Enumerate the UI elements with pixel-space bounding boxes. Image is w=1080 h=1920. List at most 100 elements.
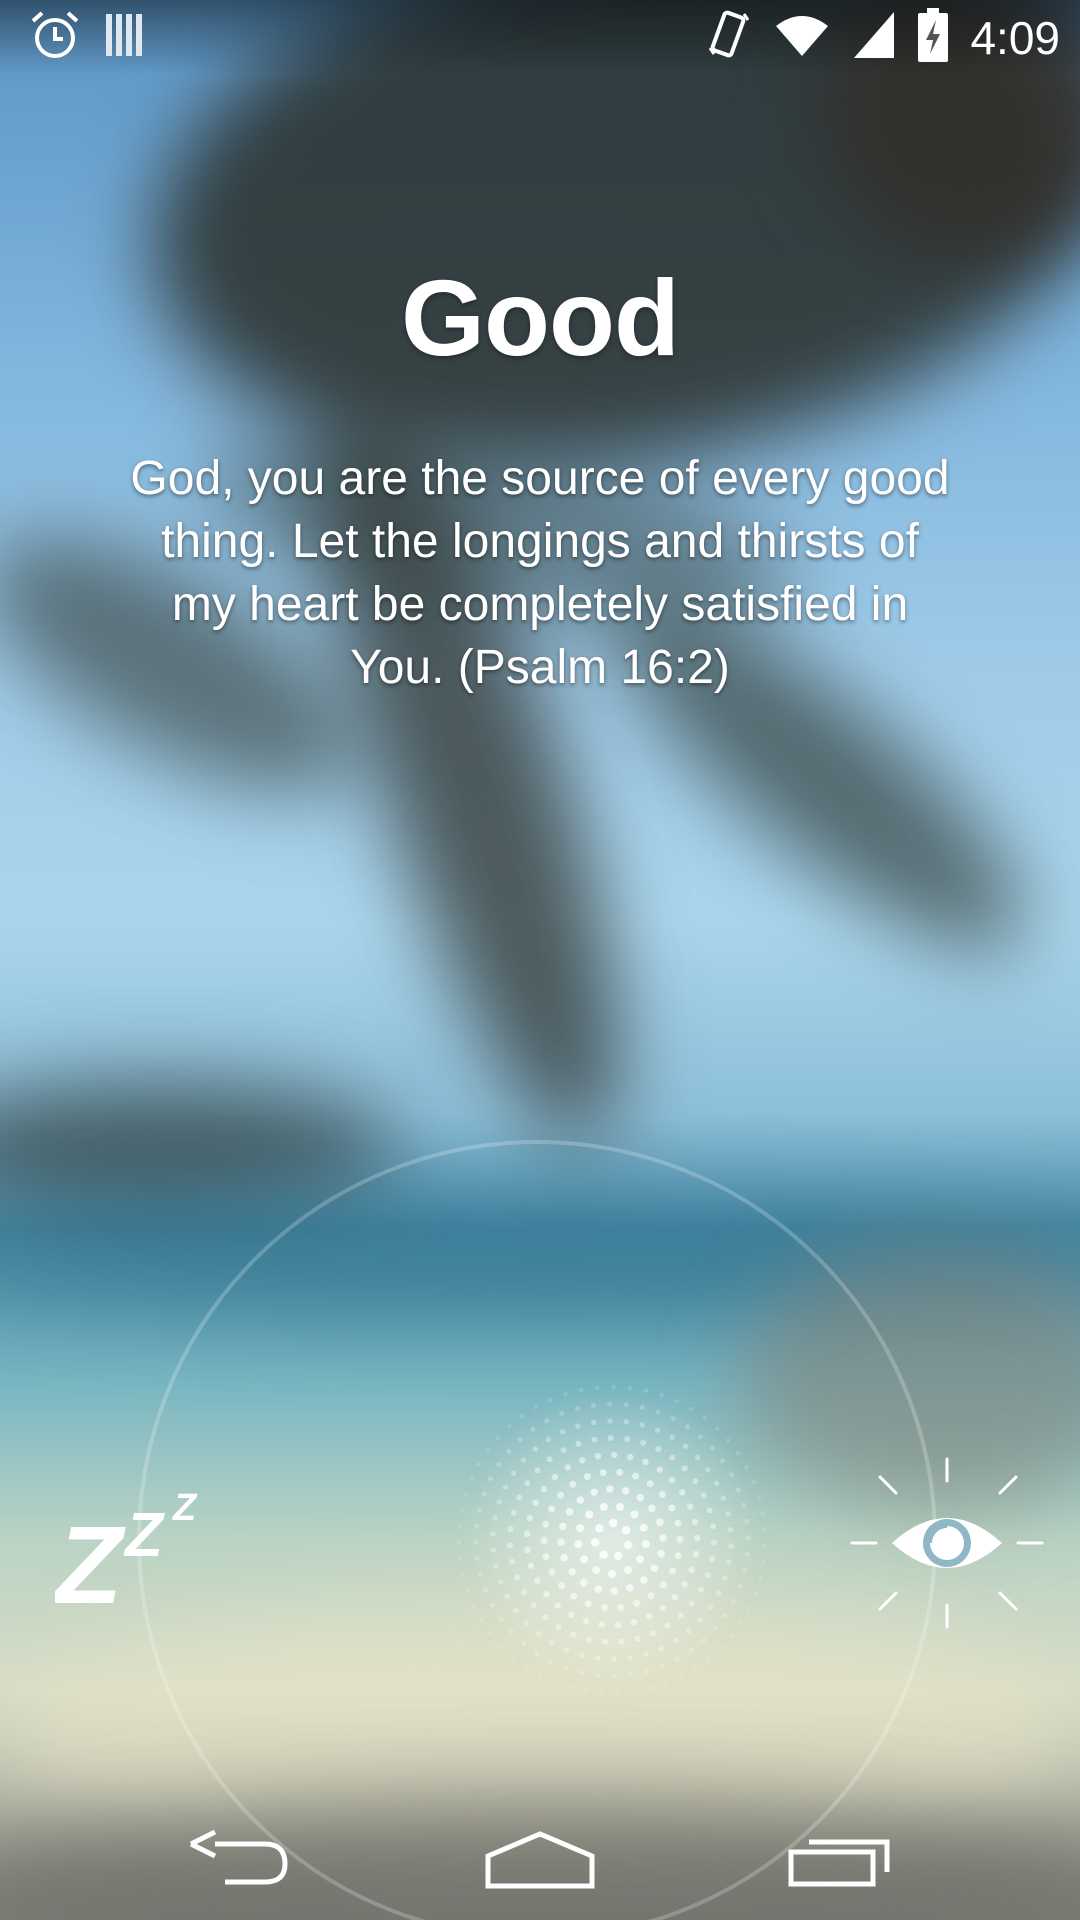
glowpad-dot: [490, 1531, 496, 1537]
glowpad-dot: [570, 1592, 578, 1600]
glowpad-dot: [674, 1656, 680, 1662]
glowpad-dot: [688, 1600, 695, 1607]
glowpad-dot: [471, 1603, 476, 1608]
glowpad-dot: [560, 1447, 567, 1454]
glowpad-dot: [678, 1674, 684, 1679]
glowpad-dot: [681, 1465, 688, 1472]
glowpad-dot: [599, 1690, 605, 1695]
glowpad-dot: [630, 1510, 639, 1519]
glowpad-dot: [534, 1467, 541, 1474]
glowpad-dot: [686, 1503, 694, 1510]
glowpad-dot: [517, 1437, 523, 1443]
glowpad-dot: [745, 1535, 751, 1541]
glowpad-dot: [554, 1602, 562, 1609]
glowpad-dot: [697, 1616, 704, 1623]
glowpad-dot: [659, 1491, 666, 1498]
glowpad-dot: [456, 1540, 462, 1545]
glowpad-dot: [469, 1476, 474, 1482]
glowpad-dot: [543, 1590, 550, 1598]
glowpad-dot: [557, 1491, 565, 1499]
glowpad-dot: [488, 1630, 493, 1636]
glowpad-dot: [659, 1581, 667, 1589]
wifi-icon: [774, 12, 830, 63]
glowpad-dot: [532, 1446, 539, 1452]
glowpad-dot: [548, 1397, 553, 1403]
glowpad-dot: [590, 1488, 598, 1496]
glowpad-dot: [727, 1527, 734, 1533]
glowpad-dot: [688, 1566, 695, 1574]
glowpad-dot: [481, 1491, 487, 1497]
alarm-icon: [28, 8, 82, 67]
glowpad-dot: [633, 1599, 641, 1607]
glowpad-dot: [521, 1589, 528, 1596]
glowpad-glow: [462, 1390, 762, 1690]
glowpad-dot: [639, 1523, 648, 1532]
glowpad-dot: [546, 1456, 553, 1463]
glowpad-dot: [530, 1602, 537, 1609]
glowpad-dot: [542, 1553, 550, 1561]
glowpad-dot: [457, 1556, 463, 1561]
glowpad-dot: [542, 1614, 549, 1621]
back-button[interactable]: [170, 1815, 310, 1905]
home-icon: [485, 1831, 595, 1889]
glowpad-dot: [742, 1567, 748, 1573]
glowpad-dot: [698, 1434, 703, 1440]
glowpad-dot: [611, 1384, 616, 1390]
glowpad-dot: [656, 1466, 663, 1473]
glowpad-dot: [579, 1457, 586, 1464]
glowpad-dot: [691, 1518, 699, 1526]
glowpad-dot: [659, 1534, 667, 1542]
glowpad-dot: [591, 1436, 598, 1443]
glowpad-dot: [623, 1540, 633, 1550]
glowpad-dot: [594, 1585, 603, 1593]
glowpad-dot: [474, 1556, 480, 1562]
glowpad-dot: [611, 1656, 617, 1662]
glowpad-dot: [639, 1404, 645, 1410]
dismiss-eye-icon[interactable]: [850, 1455, 1045, 1630]
glowpad-dot: [478, 1572, 483, 1578]
glowpad-dot: [761, 1559, 766, 1565]
verse-text: God, you are the source of every good th…: [130, 452, 950, 694]
glowpad-dot: [533, 1405, 539, 1410]
glowpad-dot: [560, 1554, 568, 1562]
glowpad-dot: [692, 1478, 699, 1484]
glowpad-dot: [583, 1473, 591, 1481]
glowpad-dot: [607, 1401, 613, 1407]
glowpad-dot: [756, 1495, 762, 1500]
recents-button[interactable]: [770, 1815, 910, 1905]
glowpad-handle[interactable]: [427, 1370, 797, 1710]
glowpad-dot: [642, 1458, 649, 1466]
glowpad-dot: [720, 1458, 726, 1464]
glowpad-dot: [657, 1549, 665, 1558]
glowpad-dot: [641, 1540, 650, 1548]
glowpad-dot: [609, 1518, 618, 1528]
glowpad-dot: [634, 1635, 641, 1642]
page-title: Good: [401, 257, 680, 378]
glowpad-dot: [674, 1552, 682, 1560]
glowpad-dot: [555, 1623, 562, 1630]
glowpad-dot: [545, 1436, 552, 1443]
glowpad-dot: [516, 1494, 523, 1501]
glowpad-dot: [524, 1480, 531, 1487]
glowpad-dot: [496, 1462, 502, 1468]
glowpad-dot: [688, 1648, 694, 1654]
glowpad-dot: [685, 1628, 692, 1634]
glowpad-dot: [744, 1465, 749, 1470]
home-button[interactable]: [470, 1815, 610, 1905]
snooze-icon[interactable]: Z Z Z: [55, 1478, 215, 1608]
glowpad-dot: [671, 1593, 679, 1601]
glowpad-dot: [762, 1527, 767, 1532]
glowpad-dot: [655, 1409, 661, 1415]
glowpad-dot: [595, 1385, 600, 1390]
glowpad-dot: [465, 1588, 470, 1593]
glowpad-dot: [510, 1509, 517, 1516]
glowpad-dot: [636, 1555, 645, 1564]
glowpad-dot: [668, 1504, 676, 1512]
glowpad-dot: [507, 1542, 514, 1549]
glowpad-dot: [628, 1672, 634, 1678]
glowpad-dot: [741, 1502, 746, 1508]
glowpad-dot: [713, 1480, 720, 1487]
glowpad-dot: [563, 1665, 569, 1671]
glowpad-dot: [476, 1507, 482, 1513]
glowpad-dot: [583, 1688, 589, 1694]
